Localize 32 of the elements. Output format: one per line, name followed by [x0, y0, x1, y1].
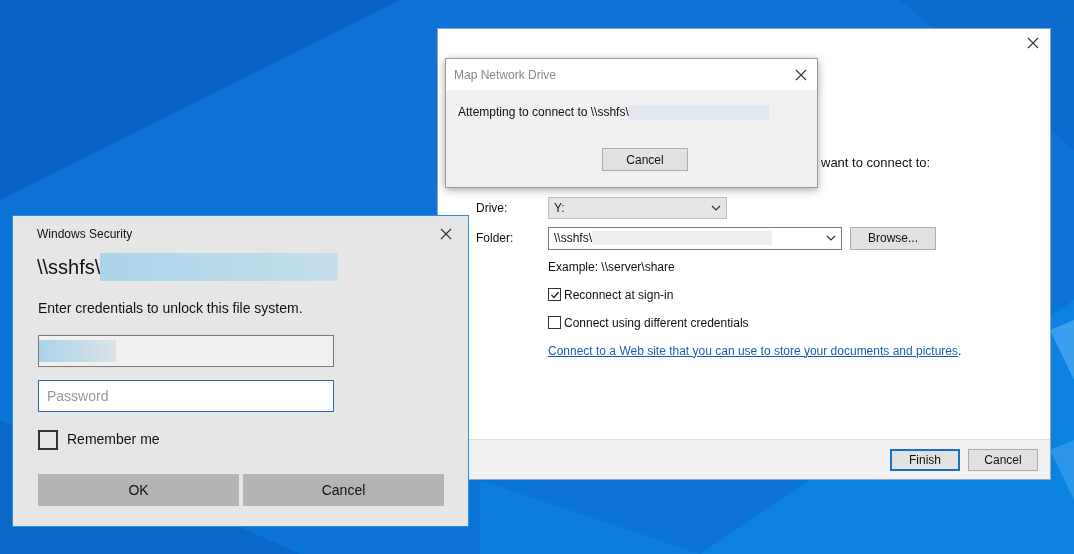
checkbox[interactable] — [548, 288, 561, 301]
chevron-down-icon — [826, 235, 836, 241]
server-heading: \\sshfs\ — [37, 255, 101, 280]
password-field[interactable]: Password — [38, 380, 334, 412]
close-icon[interactable] — [795, 68, 807, 81]
instruction-text: want to connect to: — [821, 154, 932, 172]
cancel-button[interactable]: Cancel — [243, 474, 444, 506]
ok-button[interactable]: OK — [38, 474, 239, 506]
browse-button[interactable]: Browse... — [850, 226, 936, 250]
chevron-down-icon — [711, 204, 721, 211]
close-icon[interactable] — [440, 228, 452, 240]
dialog-title: Windows Security — [37, 226, 133, 243]
link-sentence: Connect to a Web site that you can use to store your documents and pictures. — [548, 342, 963, 360]
checkbox[interactable] — [548, 316, 561, 329]
web-site-link[interactable]: Connect to a Web site that you can use to store your documents and pictures — [548, 343, 958, 358]
example-text: Example: \\server\share — [548, 258, 676, 276]
drive-label: Drive: — [476, 199, 509, 217]
folder-label: Folder: — [476, 230, 515, 247]
folder-combobox[interactable]: \\sshfs\ — [548, 226, 842, 250]
connecting-message: Attempting to connect to \\sshfs\ — [458, 104, 629, 121]
instruction-text: Enter credentials to unlock this file system. — [38, 299, 304, 318]
dialog-title: Map Network Drive — [454, 66, 557, 84]
checkbox-label[interactable]: Remember me — [67, 429, 160, 450]
checkbox-label[interactable]: Connect using different credentials — [564, 313, 749, 332]
drive-dropdown[interactable]: Y: — [548, 196, 727, 219]
checkbox[interactable] — [38, 429, 58, 450]
cancel-button[interactable]: Cancel — [602, 148, 688, 171]
username-field[interactable] — [38, 335, 334, 367]
close-icon[interactable] — [1027, 37, 1039, 49]
checkbox-label[interactable]: Reconnect at sign-in — [564, 285, 674, 304]
cancel-button[interactable]: Cancel — [968, 448, 1038, 471]
finish-button[interactable]: Finish — [890, 448, 960, 471]
